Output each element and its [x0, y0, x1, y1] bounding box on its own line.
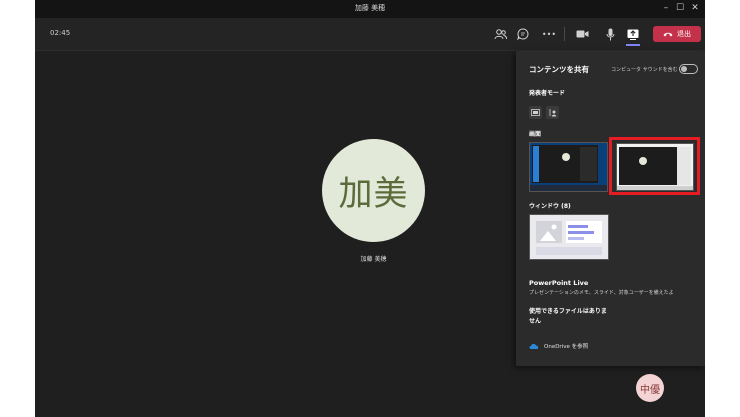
presenter-mode-content-only[interactable]	[529, 106, 542, 119]
meeting-timer: 02:45	[50, 29, 71, 37]
minimize-button[interactable]: –	[659, 2, 673, 14]
window-heading: ウィンドウ (8)	[529, 203, 571, 210]
camera-button[interactable]	[573, 25, 591, 43]
teams-meeting-window: 加藤 美穂 – ☐ ✕ 02:45 ••• 退出 加美 加藤 美穂 中優 コンテ…	[35, 0, 705, 417]
chat-icon	[517, 28, 529, 40]
presenter-mode-heading: 発表者モード	[529, 90, 566, 97]
screen-only-icon	[531, 108, 540, 116]
leave-button[interactable]: 退出	[653, 26, 701, 42]
share-panel-title: コンテンツを共有	[529, 65, 589, 74]
microphone-button[interactable]	[601, 25, 619, 43]
leave-label: 退出	[677, 30, 691, 38]
chat-button[interactable]	[514, 25, 532, 43]
phone-hangup-icon	[663, 32, 673, 37]
computer-sound-label: コンピュータ サウンドを含む	[611, 67, 678, 73]
camera-icon	[576, 30, 588, 38]
window-title: 加藤 美穂	[354, 4, 386, 12]
presenter-mode-standout[interactable]	[546, 106, 559, 119]
share-content-panel: コンテンツを共有 コンピュータ サウンドを含む 発表者モード 画面 ウィンドウ …	[516, 51, 705, 366]
participants-icon	[494, 29, 507, 40]
screen-heading: 画面	[529, 131, 542, 138]
participants-button[interactable]	[491, 25, 509, 43]
meeting-toolbar: 02:45 ••• 退出	[35, 18, 705, 51]
browse-onedrive-link[interactable]: OneDrive を参照	[529, 342, 588, 350]
window-preview	[530, 215, 608, 259]
onedrive-link-label: OneDrive を参照	[544, 344, 589, 350]
window-thumbnail[interactable]	[529, 214, 609, 260]
share-content-button[interactable]	[625, 25, 641, 46]
powerpoint-live-description: プレゼンテーションのメモ、スライド、対象ユーザーを備えたよ	[529, 290, 674, 296]
screen-thumbnail-1[interactable]	[529, 142, 608, 192]
share-icon	[627, 29, 639, 40]
more-icon: •••	[541, 29, 557, 39]
selected-screen-highlight	[609, 137, 700, 195]
close-button[interactable]: ✕	[688, 2, 702, 14]
screen-1-preview	[530, 143, 607, 191]
self-avatar: 中優	[636, 374, 664, 402]
more-options-button[interactable]: •••	[540, 25, 558, 43]
toolbar-divider	[564, 27, 565, 41]
mic-icon	[606, 28, 614, 40]
no-files-message: 使用できるファイルはありません	[529, 308, 607, 325]
maximize-button[interactable]: ☐	[673, 2, 687, 14]
participant-name: 加藤 美穂	[360, 256, 387, 263]
onedrive-cloud-icon	[529, 343, 539, 349]
computer-sound-toggle[interactable]	[679, 64, 698, 74]
title-bar: 加藤 美穂 – ☐ ✕	[35, 0, 705, 18]
standout-mode-icon	[549, 109, 557, 117]
powerpoint-live-heading: PowerPoint Live	[529, 279, 589, 287]
participant-avatar: 加美	[322, 139, 425, 242]
